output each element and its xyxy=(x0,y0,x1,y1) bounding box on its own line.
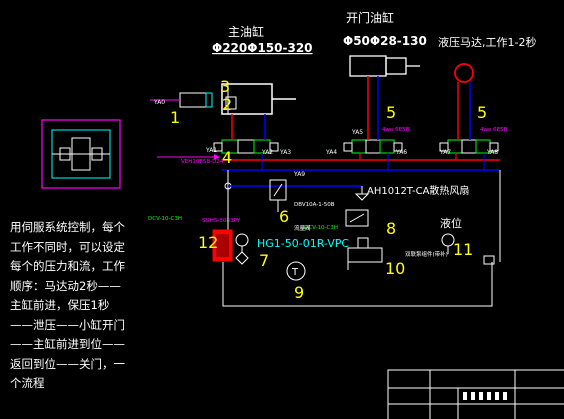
title-block xyxy=(387,369,564,419)
valve-label-ya0: YA0 xyxy=(153,99,165,106)
valve-label-4we-b: 4we 6E5B xyxy=(480,127,508,133)
svg-text:T: T xyxy=(291,267,299,278)
valve-label-dbv: DBV10A-1-50B xyxy=(294,202,335,208)
valve-label-ya2: YA2 xyxy=(261,149,273,156)
main-cylinder-spec: Φ220Φ150-320 xyxy=(212,41,313,55)
component-number-8: 8 xyxy=(386,219,396,238)
cooler-label: AH1012T-CA散热风扇 xyxy=(367,184,469,197)
valve-label-4we-a: 4we 6E5B xyxy=(382,127,410,133)
component-number-12: 12 xyxy=(198,233,218,252)
process-note: 用伺服系统控制，每个工作不同时，可以设定每个的压力和流，工作顺序：马达动2秒——… xyxy=(10,220,125,390)
label-sgh: SGH5-30B3PY xyxy=(202,218,241,224)
component-number-2: 2 xyxy=(222,95,232,114)
valve-label-ya4: YA4 xyxy=(325,149,337,156)
door-cylinder-spec: Φ50Φ28-130 xyxy=(343,34,427,48)
valve-label-ya6: YA6 xyxy=(395,149,407,156)
pump-group-10 xyxy=(347,237,383,270)
component-number-7: 7 xyxy=(259,251,269,270)
valve-label-ya8: YA8 xyxy=(486,149,498,156)
label-flow-valve: 流量阀 xyxy=(294,224,311,232)
valve-label-ya1: YA1 xyxy=(205,147,217,154)
pump-model-label: HG1-50-01R-VPC xyxy=(257,237,349,250)
thermometer-9: T xyxy=(286,261,306,281)
main-cylinder-title: 主油缸 xyxy=(228,24,264,39)
door-cylinder xyxy=(349,55,420,77)
component-number-11: 11 xyxy=(453,240,473,259)
door-cylinder-title: 开门油缸 xyxy=(346,10,394,25)
component-number-6: 6 xyxy=(279,207,289,226)
label-dcv-left: DCV-10-C3H xyxy=(148,216,182,222)
hydraulic-motor xyxy=(454,63,474,134)
component-number-3: 3 xyxy=(220,77,230,96)
valve-label-ya7: YA7 xyxy=(439,149,451,156)
component-number-9: 9 xyxy=(294,283,304,302)
valve-label-ya9: YA9 xyxy=(293,171,305,178)
level-label: 液位 xyxy=(440,216,462,230)
valve-label-ya5: YA5 xyxy=(351,129,363,136)
pump-7 xyxy=(235,233,249,265)
component-number-4: 4 xyxy=(222,148,232,167)
component-number-10: 10 xyxy=(385,259,405,278)
valve-label-v4: VEH10E5B-D24 xyxy=(181,159,224,165)
pump-note: 双联泵组件(带补) xyxy=(405,250,448,258)
motor-title: 液压马达,工作1-2秒 xyxy=(438,35,536,49)
manifold-block xyxy=(41,119,121,189)
component-number-5a: 5 xyxy=(386,103,396,122)
component-number-1: 1 xyxy=(170,108,180,127)
component-number-5b: 5 xyxy=(477,103,487,122)
directional-valve-5a xyxy=(343,139,403,154)
filter-8 xyxy=(345,209,369,227)
valve-label-ya3: YA3 xyxy=(279,149,291,156)
